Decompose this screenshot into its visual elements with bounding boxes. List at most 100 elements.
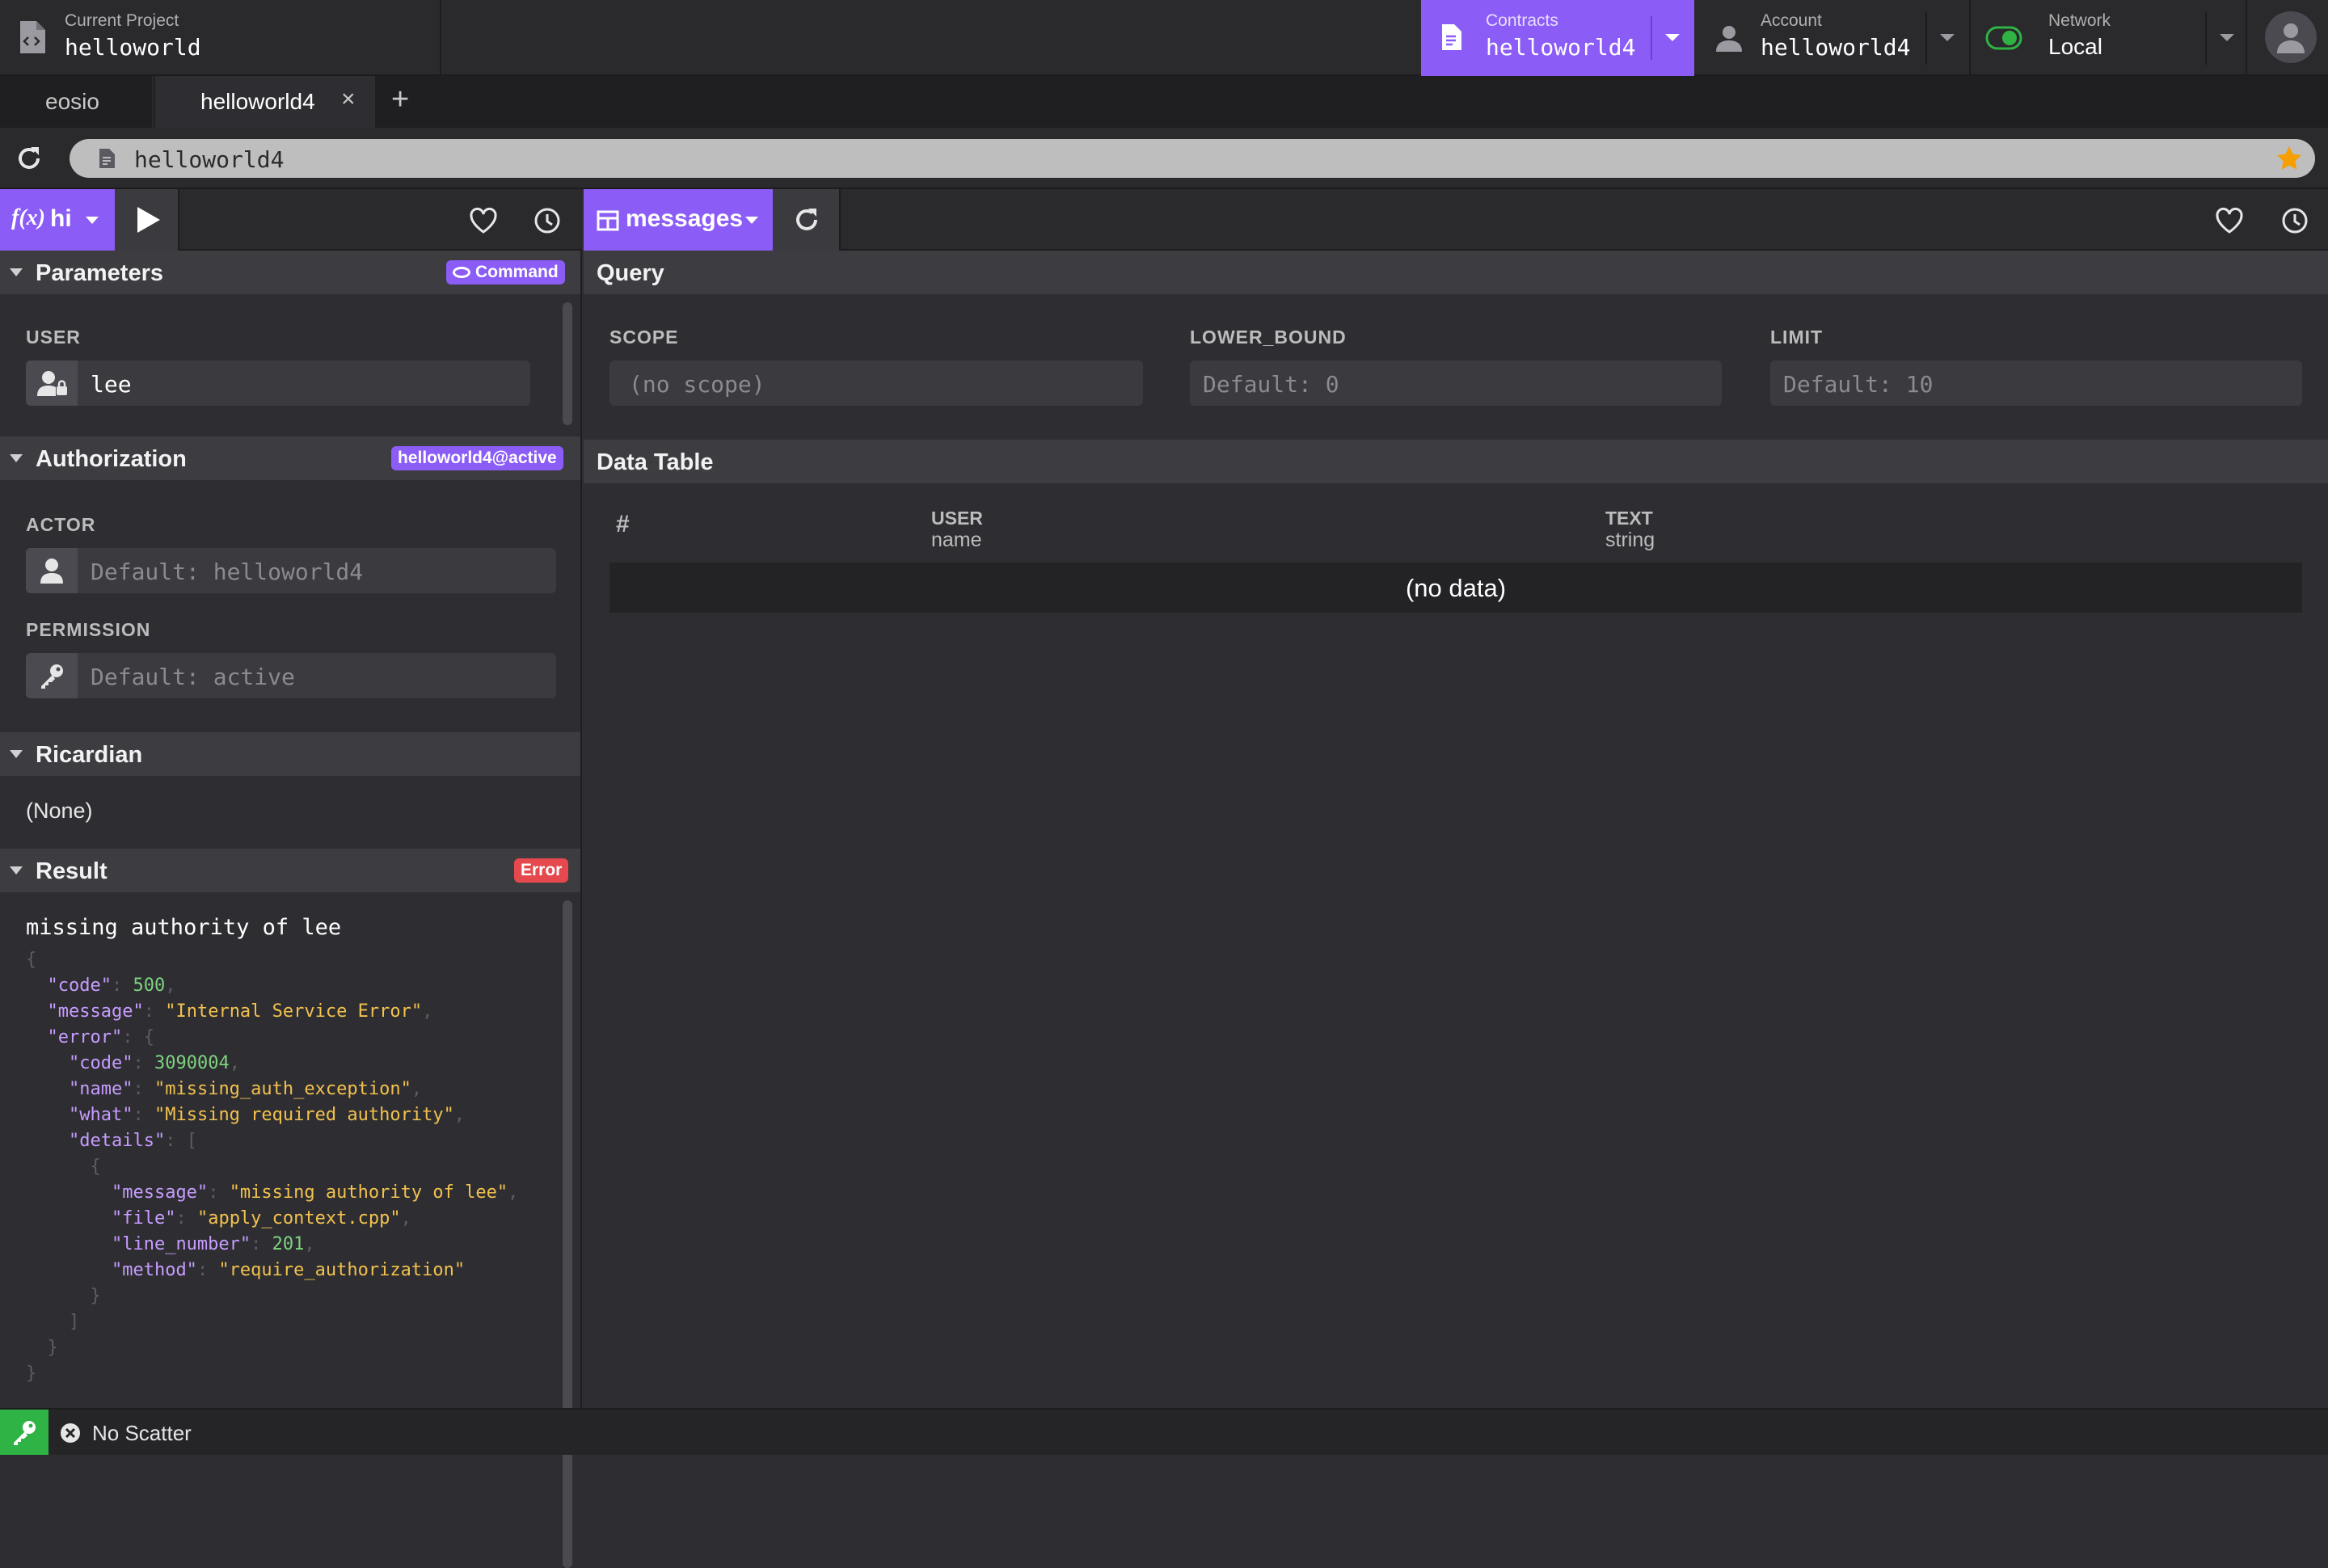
chevron-down-icon[interactable] [2220, 34, 2234, 41]
user-field[interactable]: lee [26, 360, 530, 406]
permission-label: PERMISSION [26, 619, 151, 640]
star-icon[interactable] [2276, 145, 2302, 171]
add-tab-button[interactable]: + [391, 82, 409, 117]
user-icon [2277, 23, 2305, 53]
scatter-status[interactable]: No Scatter [92, 1421, 192, 1446]
permission-placeholder: Default: active [91, 664, 295, 690]
table-selector[interactable]: messages [584, 189, 773, 251]
lower-bound-input[interactable]: Default: 0 [1190, 360, 1722, 406]
account-label: Account [1761, 11, 1822, 30]
chevron-down-icon[interactable] [1665, 34, 1680, 41]
result-json: { "code": 500, "message": "Internal Serv… [26, 950, 519, 1384]
run-button[interactable] [115, 189, 179, 251]
key-icon [14, 1421, 36, 1445]
heart-icon[interactable] [469, 207, 498, 234]
column-user-type: name [931, 529, 982, 551]
contracts-selector[interactable]: Contracts helloworld4 [1421, 0, 1694, 76]
authorization-title: Authorization [36, 446, 187, 472]
actor-placeholder: Default: helloworld4 [91, 558, 364, 585]
function-selector[interactable]: f(x) hi [0, 189, 115, 251]
user-value: lee [91, 371, 132, 398]
refresh-icon [796, 209, 817, 230]
query-header: Query [584, 251, 2328, 294]
network-selector[interactable]: Network Local [1971, 0, 2246, 76]
chevron-down-icon [10, 454, 23, 462]
contracts-value: helloworld4 [1486, 34, 1636, 61]
scope-input[interactable]: (no scope) [609, 360, 1143, 406]
table-icon [597, 210, 619, 231]
table-column-header: # USER name TEXT string [609, 508, 2302, 553]
error-badge: Error [514, 858, 569, 883]
account-selector[interactable]: Account helloworld4 [1694, 0, 1969, 76]
history-icon[interactable] [2281, 207, 2309, 234]
chevron-down-icon [10, 750, 23, 758]
actor-field[interactable]: Default: helloworld4 [26, 548, 556, 593]
current-project[interactable]: Current Project helloworld [0, 0, 440, 76]
ricardian-header[interactable]: Ricardian [0, 732, 580, 776]
table-name: messages [626, 205, 744, 232]
tab-label: eosio [45, 89, 99, 114]
tab-eosio[interactable]: eosio [0, 76, 154, 128]
divider [1925, 11, 1927, 65]
column-index: # [616, 511, 630, 537]
table-panel: messages Query SCOPE (no scope) LOWER_BO… [584, 189, 2328, 1408]
parameters-scrollbar[interactable] [563, 302, 572, 425]
limit-label: LIMIT [1770, 327, 1824, 348]
divider [440, 0, 441, 76]
empty-state: (no data) [1405, 574, 1507, 602]
key-icon [26, 653, 78, 698]
data-table-title: Data Table [597, 449, 714, 475]
table-row: (no data) [609, 563, 2302, 613]
user-lock-icon [26, 360, 78, 406]
chevron-down-icon[interactable] [1940, 34, 1955, 41]
scope-placeholder: (no scope) [629, 371, 765, 398]
key-button[interactable] [0, 1410, 48, 1455]
lower-bound-placeholder: Default: 0 [1203, 371, 1339, 398]
network-value: Local [2048, 34, 2102, 59]
tab-helloworld4[interactable]: helloworld4 × [155, 76, 375, 128]
close-circle-icon [61, 1423, 80, 1443]
divider [2246, 0, 2247, 76]
address-bar: helloworld4 [0, 128, 2328, 189]
parameters-title: Parameters [36, 260, 163, 286]
ricardian-value: (None) [26, 799, 93, 823]
contracts-label: Contracts [1486, 11, 1558, 30]
refresh-table-button[interactable] [773, 189, 841, 251]
avatar[interactable] [2265, 11, 2317, 63]
result-header[interactable]: Result Error [0, 849, 580, 892]
user-icon [1716, 26, 1742, 52]
limit-input[interactable]: Default: 10 [1770, 360, 2302, 406]
ricardian-title: Ricardian [36, 742, 143, 768]
top-bar: Current Project helloworld Contracts hel… [0, 0, 2328, 76]
close-icon[interactable]: × [341, 86, 356, 113]
chevron-down-icon [10, 268, 23, 276]
result-scrollbar[interactable] [563, 900, 572, 1568]
scope-label: SCOPE [609, 327, 679, 348]
tab-label: helloworld4 [200, 89, 315, 114]
heart-icon[interactable] [2215, 207, 2244, 234]
refresh-icon[interactable] [15, 144, 44, 173]
user-icon [26, 548, 78, 593]
authorization-header[interactable]: Authorization helloworld4@active [0, 436, 580, 480]
query-title: Query [597, 260, 664, 286]
play-icon [137, 207, 160, 233]
result-title: Result [36, 858, 108, 884]
command-badge[interactable]: Command [446, 260, 565, 285]
result-message: missing authority of lee [26, 915, 342, 940]
function-name: hi [50, 205, 72, 232]
address-input[interactable]: helloworld4 [70, 139, 2315, 178]
action-toolbar: f(x) hi [0, 189, 582, 251]
code-file-icon [20, 21, 45, 53]
history-icon[interactable] [534, 207, 561, 234]
project-label: Current Project [65, 11, 179, 30]
column-user: USER [931, 508, 983, 529]
permission-field[interactable]: Default: active [26, 653, 556, 698]
status-bar: No Scatter [0, 1408, 2328, 1455]
column-text: TEXT [1605, 508, 1653, 529]
chevron-down-icon [10, 866, 23, 875]
data-table-header: Data Table [584, 440, 2328, 483]
parameters-header[interactable]: Parameters Command [0, 251, 580, 294]
account-value: helloworld4 [1761, 34, 1911, 61]
network-label: Network [2048, 11, 2111, 30]
lower-bound-label: LOWER_BOUND [1190, 327, 1347, 348]
